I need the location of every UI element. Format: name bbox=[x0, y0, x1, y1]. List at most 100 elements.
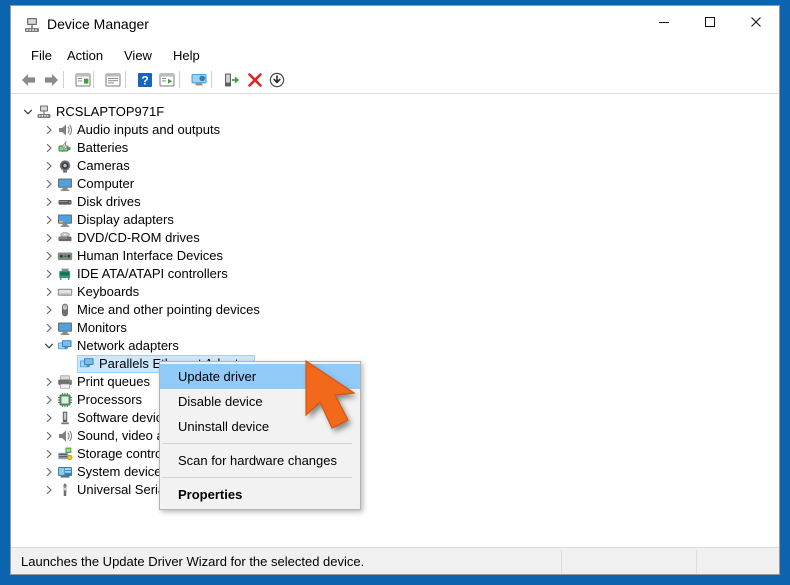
menu-help[interactable]: Help bbox=[167, 46, 206, 65]
toolbar-separator bbox=[125, 71, 126, 88]
tree-item-content: Computer bbox=[56, 175, 134, 193]
tree-item-label: Audio inputs and outputs bbox=[77, 122, 221, 137]
update-driver-icon[interactable] bbox=[157, 70, 177, 90]
tree-item-label: Disk drives bbox=[77, 194, 141, 209]
back-icon[interactable] bbox=[19, 70, 39, 90]
chevron-right-icon[interactable] bbox=[42, 391, 56, 409]
computer-root-icon bbox=[35, 103, 53, 121]
add-legacy-icon[interactable] bbox=[221, 70, 241, 90]
status-text: Launches the Update Driver Wizard for th… bbox=[21, 554, 365, 569]
chevron-right-icon[interactable] bbox=[42, 463, 56, 481]
tree-item-content: System devices bbox=[56, 463, 168, 481]
app-frame: PC com Device Manager bbox=[0, 0, 790, 585]
toolbar-separator bbox=[179, 71, 180, 88]
menu-bar: File Action View Help bbox=[11, 43, 779, 66]
printer-icon bbox=[56, 373, 74, 391]
chevron-right-icon[interactable] bbox=[42, 319, 56, 337]
tree-item[interactable]: Computer bbox=[11, 175, 779, 193]
context-menu-item-disable-device[interactable]: Disable device bbox=[160, 389, 360, 414]
context-menu-item-update-driver[interactable]: Update driver bbox=[160, 364, 360, 389]
tree-item-label: Computer bbox=[77, 176, 135, 191]
chevron-right-icon[interactable] bbox=[42, 265, 56, 283]
tree-item[interactable]: Processors bbox=[11, 391, 779, 409]
tree-item[interactable]: Disk drives bbox=[11, 193, 779, 211]
tree-item[interactable]: Universal Serial Bus controllers bbox=[11, 481, 779, 499]
minimize-button[interactable] bbox=[641, 6, 687, 38]
toolbar-separator bbox=[211, 71, 212, 88]
tree-item-label: System devices bbox=[77, 464, 169, 479]
tree-item-selected[interactable]: Parallels Ethernet Adapter bbox=[11, 355, 779, 373]
tree-item-content: Monitors bbox=[56, 319, 127, 337]
chevron-down-icon[interactable] bbox=[21, 103, 35, 121]
scan-hardware-icon[interactable] bbox=[189, 70, 209, 90]
device-manager-icon bbox=[23, 16, 41, 34]
tree-item[interactable]: System devices bbox=[11, 463, 779, 481]
menu-view[interactable]: View bbox=[118, 46, 158, 65]
chevron-right-icon[interactable] bbox=[42, 121, 56, 139]
chevron-right-icon[interactable] bbox=[42, 283, 56, 301]
context-menu[interactable]: Update driver Disable device Uninstall dev… bbox=[159, 361, 361, 510]
menu-action[interactable]: Action bbox=[61, 46, 109, 65]
network-adapter-icon bbox=[56, 337, 74, 355]
tree-item[interactable]: Monitors bbox=[11, 319, 779, 337]
show-hide-tree-icon[interactable] bbox=[73, 70, 93, 90]
tree-item-content: Processors bbox=[56, 391, 142, 409]
tree-item[interactable]: Display adapters bbox=[11, 211, 779, 229]
tree-item[interactable]: Print queues bbox=[11, 373, 779, 391]
maximize-button[interactable] bbox=[687, 6, 733, 38]
close-button[interactable] bbox=[733, 6, 779, 38]
chevron-right-icon[interactable] bbox=[42, 211, 56, 229]
disable-device-icon[interactable] bbox=[267, 70, 287, 90]
chevron-right-icon[interactable] bbox=[42, 247, 56, 265]
chevron-right-icon[interactable] bbox=[42, 409, 56, 427]
tree-item[interactable]: Sound, video and game controllers bbox=[11, 427, 779, 445]
display-adapter-icon bbox=[56, 211, 74, 229]
tree-item-label: Batteries bbox=[77, 140, 129, 155]
chevron-right-icon[interactable] bbox=[42, 175, 56, 193]
tree-item[interactable]: Mice and other pointing devices bbox=[11, 301, 779, 319]
tree-item-label: Processors bbox=[77, 392, 143, 407]
monitor-icon bbox=[56, 175, 74, 193]
tree-item[interactable]: Human Interface Devices bbox=[11, 247, 779, 265]
tree-item[interactable]: Storage controllers bbox=[11, 445, 779, 463]
tree-item[interactable]: Audio inputs and outputs bbox=[11, 121, 779, 139]
uninstall-device-icon[interactable] bbox=[245, 70, 265, 90]
context-menu-item-scan-for-hardware-changes[interactable]: Scan for hardware changes bbox=[160, 448, 360, 473]
tree-item-content: Disk drives bbox=[56, 193, 141, 211]
speaker-icon bbox=[56, 121, 74, 139]
help-icon[interactable]: ? bbox=[135, 70, 155, 90]
toolbar-separator bbox=[63, 71, 64, 88]
chevron-right-icon[interactable] bbox=[42, 139, 56, 157]
chevron-right-icon[interactable] bbox=[42, 301, 56, 319]
tree-item-content: Mice and other pointing devices bbox=[56, 301, 260, 319]
tree-item[interactable]: Batteries bbox=[11, 139, 779, 157]
tree-item[interactable]: DVD/CD-ROM drives bbox=[11, 229, 779, 247]
chevron-right-icon[interactable] bbox=[42, 427, 56, 445]
tree-item-content: Network adapters bbox=[56, 337, 179, 355]
forward-icon[interactable] bbox=[41, 70, 61, 90]
tree-item-label: Human Interface Devices bbox=[77, 248, 223, 263]
chevron-right-icon[interactable] bbox=[42, 445, 56, 463]
tree-item-content: Audio inputs and outputs bbox=[56, 121, 220, 139]
tree-item[interactable]: Cameras bbox=[11, 157, 779, 175]
device-tree[interactable]: RCSLAPTOP971F Audio inputs and outputs Bat… bbox=[11, 94, 779, 547]
tree-item[interactable]: IDE ATA/ATAPI controllers bbox=[11, 265, 779, 283]
chevron-right-icon[interactable] bbox=[42, 229, 56, 247]
context-menu-item-properties[interactable]: Properties bbox=[160, 482, 360, 507]
tree-item[interactable]: Network adapters bbox=[11, 337, 779, 355]
tree-item-label: Cameras bbox=[77, 158, 130, 173]
tree-item-content: Keyboards bbox=[56, 283, 139, 301]
context-menu-item-uninstall-device[interactable]: Uninstall device bbox=[160, 414, 360, 439]
properties-icon[interactable] bbox=[103, 70, 123, 90]
mouse-icon bbox=[56, 301, 74, 319]
chevron-right-icon[interactable] bbox=[42, 481, 56, 499]
tree-item[interactable]: RCSLAPTOP971F bbox=[11, 103, 779, 121]
tree-item-content: IDE ATA/ATAPI controllers bbox=[56, 265, 228, 283]
chevron-right-icon[interactable] bbox=[42, 373, 56, 391]
chevron-right-icon[interactable] bbox=[42, 193, 56, 211]
menu-file[interactable]: File bbox=[25, 46, 58, 65]
tree-item[interactable]: Software devices bbox=[11, 409, 779, 427]
chevron-down-icon[interactable] bbox=[42, 337, 56, 355]
tree-item[interactable]: Keyboards bbox=[11, 283, 779, 301]
chevron-right-icon[interactable] bbox=[42, 157, 56, 175]
